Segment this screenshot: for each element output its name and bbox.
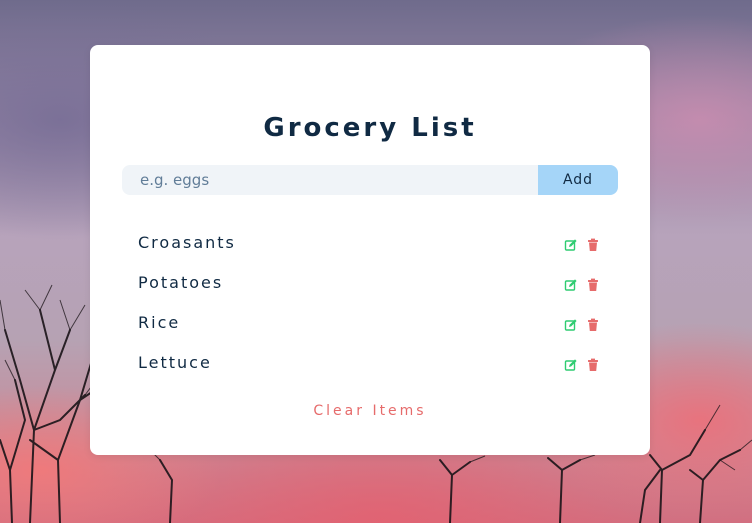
edit-icon[interactable] xyxy=(564,277,578,291)
list-item: Croasants xyxy=(122,223,618,263)
trash-icon[interactable] xyxy=(586,237,600,251)
clear-items-button[interactable]: Clear Items xyxy=(90,401,650,421)
item-actions xyxy=(564,237,600,251)
grocery-list: Croasants Potatoes Rice Lettuce xyxy=(122,223,618,383)
page-title: Grocery List xyxy=(263,113,477,143)
trash-icon[interactable] xyxy=(586,277,600,291)
grocery-form: Add xyxy=(122,165,618,195)
list-item: Potatoes xyxy=(122,263,618,303)
edit-icon[interactable] xyxy=(564,317,578,331)
grocery-card: Grocery List Add Croasants Potatoes xyxy=(90,45,650,455)
item-title: Potatoes xyxy=(138,273,224,292)
list-item: Lettuce xyxy=(122,343,618,383)
edit-icon[interactable] xyxy=(564,237,578,251)
grocery-input[interactable] xyxy=(122,165,538,195)
item-title: Rice xyxy=(138,313,181,332)
item-actions xyxy=(564,317,600,331)
trash-icon[interactable] xyxy=(586,357,600,371)
add-button[interactable]: Add xyxy=(538,165,618,195)
item-actions xyxy=(564,357,600,371)
edit-icon[interactable] xyxy=(564,357,578,371)
item-actions xyxy=(564,277,600,291)
trash-icon[interactable] xyxy=(586,317,600,331)
item-title: Lettuce xyxy=(138,353,212,372)
item-title: Croasants xyxy=(138,233,236,252)
list-item: Rice xyxy=(122,303,618,343)
